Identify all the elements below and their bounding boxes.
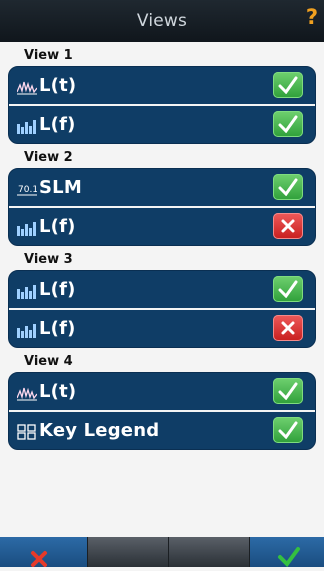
row-label: SLM: [39, 177, 82, 198]
row-label: L(t): [39, 381, 77, 402]
check-icon: [278, 178, 298, 196]
enabled-toggle[interactable]: [273, 111, 303, 137]
title-bar: Views ?: [0, 0, 324, 42]
disabled-toggle[interactable]: [273, 213, 303, 239]
ok-button[interactable]: [250, 537, 324, 568]
view-1-label: View 1: [24, 48, 73, 63]
bottom-toolbar: [0, 537, 324, 568]
view-4-row-2[interactable]: Key Legend: [9, 412, 315, 449]
cancel-button[interactable]: [0, 537, 88, 567]
view-1-row-1[interactable]: L(t): [9, 67, 315, 106]
view-3-row-2[interactable]: L(f): [9, 310, 315, 347]
view-2-row-1[interactable]: 70.1 SLM: [9, 169, 315, 208]
check-icon: [278, 280, 298, 298]
check-icon: [278, 76, 298, 94]
view-4-row-1[interactable]: L(t): [9, 373, 315, 412]
view-2-label: View 2: [24, 150, 73, 165]
enabled-toggle[interactable]: [273, 276, 303, 302]
spectrum-icon: [17, 218, 37, 236]
row-label: L(t): [39, 75, 77, 96]
view-3-label: View 3: [24, 252, 73, 267]
svg-text:70.1: 70.1: [18, 185, 37, 195]
enabled-toggle[interactable]: [273, 378, 303, 404]
row-label: L(f): [39, 216, 76, 237]
close-icon: [281, 219, 295, 233]
waveform-icon: [17, 383, 37, 401]
check-icon: [278, 115, 298, 133]
toolbar-button-3[interactable]: [169, 537, 250, 567]
disabled-toggle[interactable]: [273, 315, 303, 341]
row-label: L(f): [39, 318, 76, 339]
view-4-label: View 4: [24, 354, 73, 369]
check-icon: [278, 382, 298, 400]
row-label: L(f): [39, 114, 76, 135]
page-title: Views: [136, 11, 188, 31]
check-icon: [278, 421, 298, 439]
view-4-group: L(t) Key Legend: [8, 372, 316, 450]
key-legend-icon: [17, 422, 37, 440]
view-2-row-2[interactable]: L(f): [9, 208, 315, 245]
slm-icon: 70.1: [17, 179, 37, 197]
enabled-toggle[interactable]: [273, 417, 303, 443]
help-icon[interactable]: ?: [306, 5, 318, 29]
spectrum-icon: [17, 320, 37, 338]
views-list: View 1 L(t) L(f) View 2 70.1 SLM L(f) Vi…: [0, 42, 324, 450]
row-label: L(f): [39, 279, 76, 300]
view-2-group: 70.1 SLM L(f): [8, 168, 316, 246]
view-3-group: L(f) L(f): [8, 270, 316, 348]
view-1-group: L(t) L(f): [8, 66, 316, 144]
spectrum-icon: [17, 281, 37, 299]
toolbar-button-2[interactable]: [88, 537, 169, 567]
close-icon: [31, 551, 47, 567]
enabled-toggle[interactable]: [273, 72, 303, 98]
view-1-row-2[interactable]: L(f): [9, 106, 315, 143]
row-label: Key Legend: [39, 420, 160, 441]
close-icon: [281, 321, 295, 335]
view-3-row-1[interactable]: L(f): [9, 271, 315, 310]
spectrum-icon: [17, 116, 37, 134]
check-icon: [278, 547, 300, 568]
enabled-toggle[interactable]: [273, 174, 303, 200]
waveform-icon: [17, 77, 37, 95]
